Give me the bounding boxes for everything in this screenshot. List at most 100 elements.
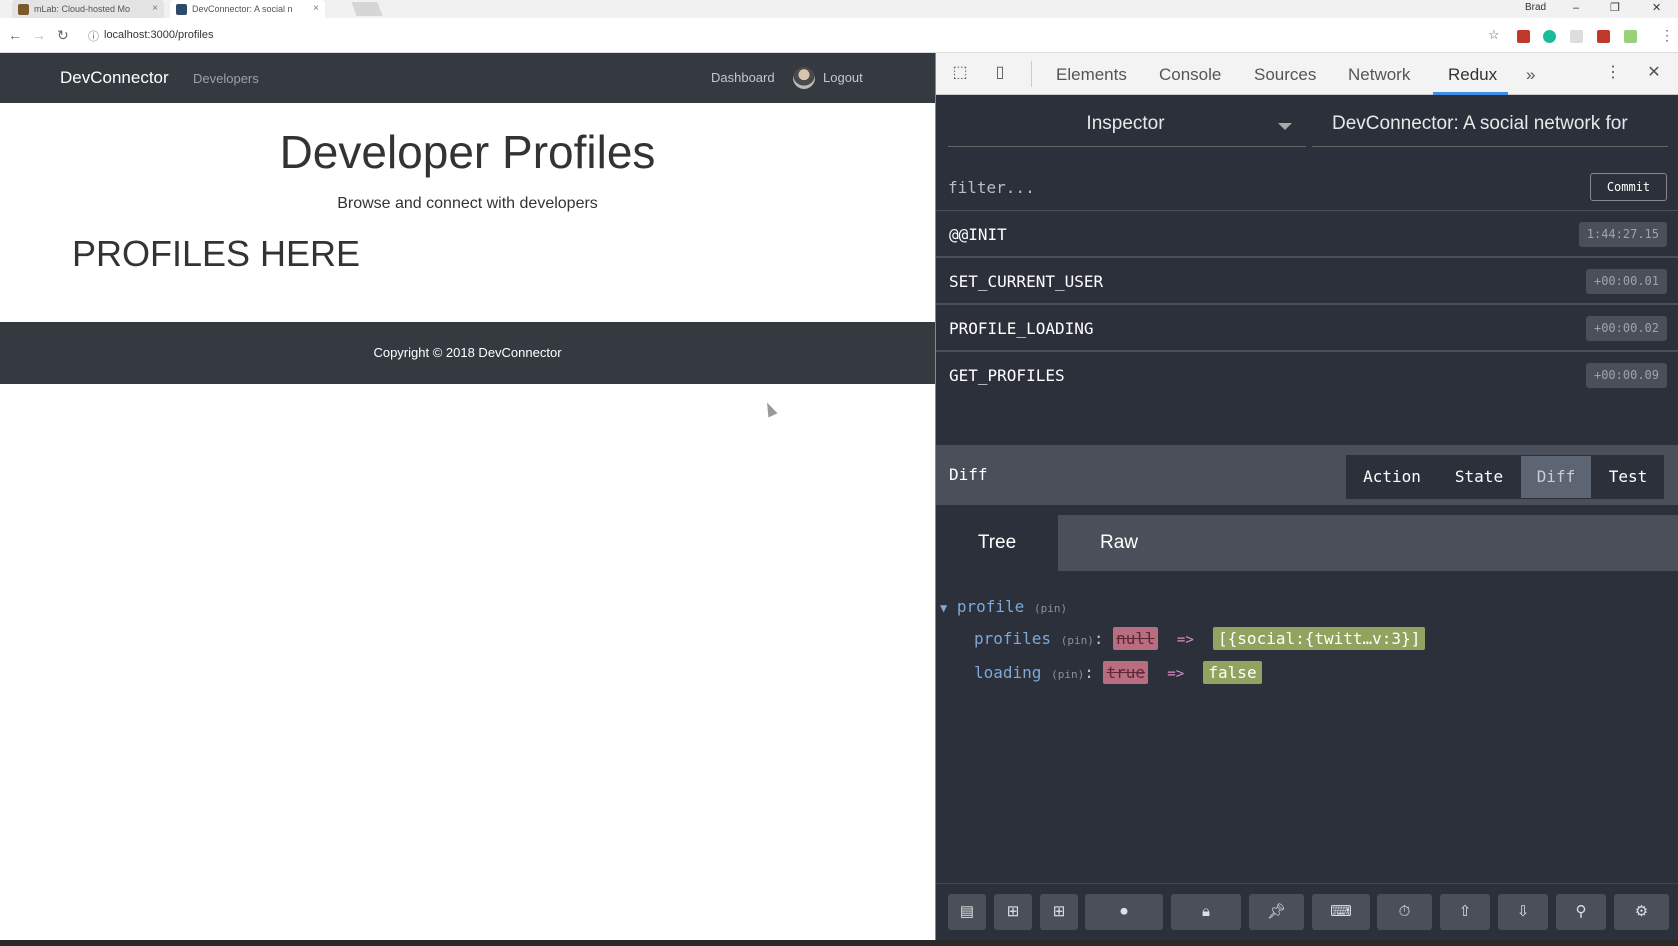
instance-select[interactable]: DevConnector: A social network for: [1312, 105, 1668, 147]
logout-link[interactable]: Logout: [823, 70, 863, 85]
action-list-item[interactable]: PROFILE_LOADING +00:00.02: [936, 305, 1678, 352]
tree-key: profile: [956, 597, 1025, 616]
forward-arrow-icon[interactable]: →: [32, 27, 46, 43]
extension-icon[interactable]: [1597, 30, 1610, 43]
old-value: null: [1113, 627, 1158, 650]
tree-node-profiles[interactable]: profiles (pin): null => [{social:{twitt……: [974, 627, 1426, 650]
avatar: [793, 67, 815, 89]
action-name: @@INIT: [949, 225, 1007, 244]
redux-header: Inspector DevConnector: A social network…: [936, 95, 1678, 151]
expand-caret-icon[interactable]: ▼: [940, 601, 947, 615]
mlab-favicon-icon: [18, 4, 29, 15]
profile-user-name[interactable]: Brad: [1525, 0, 1546, 16]
minimize-icon[interactable]: –: [1573, 0, 1579, 16]
tree-node-profile[interactable]: ▼ profile (pin): [940, 597, 1067, 616]
extension-icon[interactable]: [1624, 30, 1637, 43]
extension-icon[interactable]: [1570, 30, 1583, 43]
kebab-menu-icon[interactable]: ⋮: [1603, 63, 1623, 83]
action-time: +00:00.01: [1585, 269, 1667, 294]
device-toolbar-icon[interactable]: ▯: [990, 63, 1010, 83]
browser-menu-icon[interactable]: ⋮: [1660, 27, 1674, 44]
dashboard-link[interactable]: Dashboard: [711, 70, 775, 85]
lock-icon[interactable]: 🔒︎: [1171, 894, 1241, 930]
diff-arrow: =>: [1176, 632, 1194, 648]
brand-link[interactable]: DevConnector: [60, 68, 169, 88]
close-tab-icon[interactable]: ×: [313, 0, 319, 18]
browser-tab-devconnector[interactable]: DevConnector: A social n ×: [170, 0, 325, 18]
extension-icon[interactable]: [1517, 30, 1530, 43]
pin-label[interactable]: (pin): [1061, 634, 1094, 647]
keyboard-icon[interactable]: ⌨: [1312, 894, 1370, 930]
dock-bottom-icon[interactable]: ⊞: [994, 894, 1032, 930]
extension-icon[interactable]: [1543, 30, 1556, 43]
filter-input[interactable]: [948, 173, 1508, 201]
tab-diff[interactable]: Diff: [1520, 455, 1592, 499]
filter-row: Commit: [936, 165, 1678, 211]
new-value: false: [1203, 661, 1262, 684]
mouse-cursor-icon: [762, 400, 778, 418]
developers-link[interactable]: Developers: [193, 71, 259, 86]
page-subtitle: Browse and connect with developers: [337, 195, 598, 212]
tab-state[interactable]: State: [1438, 455, 1520, 499]
web-page: DevConnector Developers Dashboard Logout…: [0, 53, 935, 940]
os-taskbar: [0, 940, 1678, 946]
remote-icon[interactable]: ⚲: [1556, 894, 1606, 930]
address-bar-input[interactable]: [84, 24, 1484, 46]
tab-action[interactable]: Action: [1346, 455, 1438, 499]
profiles-placeholder: PROFILES HERE: [72, 233, 361, 274]
restore-icon[interactable]: ❐: [1610, 0, 1620, 16]
action-list-item[interactable]: SET_CURRENT_USER +00:00.01: [936, 258, 1678, 305]
tab-test[interactable]: Test: [1592, 455, 1664, 499]
close-devtools-icon[interactable]: ✕: [1644, 63, 1664, 83]
tree-node-loading[interactable]: loading (pin): true => false: [974, 661, 1262, 684]
footer-copyright: Copyright © 2018 DevConnector: [373, 345, 562, 360]
action-list-item[interactable]: GET_PROFILES +00:00.09: [936, 352, 1678, 399]
action-time: +00:00.02: [1585, 316, 1667, 341]
pin-label[interactable]: (pin): [1051, 668, 1084, 681]
old-value: true: [1103, 661, 1149, 684]
close-window-icon[interactable]: ✕: [1652, 0, 1661, 16]
monitor-select-label: Inspector: [1086, 113, 1165, 134]
action-name: SET_CURRENT_USER: [949, 272, 1104, 291]
devtools-panel: ⬚ ▯ Elements Console Sources Network Red…: [935, 53, 1678, 940]
monitor-tab-bar: Diff Action State Diff Test: [936, 445, 1678, 505]
gear-icon[interactable]: ⚙: [1614, 894, 1669, 930]
action-name: PROFILE_LOADING: [949, 319, 1094, 338]
new-tab-button[interactable]: [351, 2, 383, 16]
site-navbar: DevConnector Developers Dashboard Logout: [0, 53, 935, 103]
record-icon[interactable]: ⏺: [1085, 894, 1163, 930]
tab-elements[interactable]: Elements: [1056, 65, 1127, 85]
tree-key: loading: [974, 663, 1042, 682]
more-tabs-icon[interactable]: »: [1526, 65, 1535, 85]
inspect-element-icon[interactable]: ⬚: [950, 63, 970, 83]
monitor-select[interactable]: Inspector: [948, 105, 1306, 147]
browser-toolbar: ← → ↻ ⓘ ☆ ⋮: [0, 18, 1678, 53]
download-icon[interactable]: ⇩: [1498, 894, 1548, 930]
tab-network[interactable]: Network: [1348, 65, 1410, 85]
chevron-down-icon: [1278, 123, 1292, 130]
action-list-item[interactable]: @@INIT 1:44:27.15: [936, 211, 1678, 258]
bookmark-star-icon[interactable]: ☆: [1488, 27, 1500, 43]
close-tab-icon[interactable]: ×: [152, 0, 158, 18]
reload-icon[interactable]: ↻: [57, 27, 69, 44]
divider: [1031, 61, 1032, 87]
upload-icon[interactable]: ⇧: [1440, 894, 1490, 930]
devconnector-favicon-icon: [176, 4, 187, 15]
timer-icon[interactable]: ⏱: [1377, 894, 1432, 930]
commit-button[interactable]: Commit: [1590, 173, 1667, 201]
tab-label: mLab: Cloud-hosted Mo: [34, 4, 131, 14]
tree-key: profiles: [974, 629, 1052, 648]
devtools-tab-bar: ⬚ ▯ Elements Console Sources Network Red…: [936, 53, 1678, 95]
pin-label[interactable]: (pin): [1034, 602, 1067, 615]
dock-left-icon[interactable]: ▤: [948, 894, 986, 930]
back-arrow-icon[interactable]: ←: [8, 27, 22, 43]
tab-redux[interactable]: Redux: [1448, 65, 1497, 85]
dock-right-icon[interactable]: ⊞: [1040, 894, 1078, 930]
pin-icon[interactable]: 📌︎: [1249, 894, 1304, 930]
instance-select-label: DevConnector: A social network for: [1332, 113, 1628, 134]
tab-sources[interactable]: Sources: [1254, 65, 1316, 85]
tab-raw[interactable]: Raw: [1058, 515, 1180, 571]
tab-tree[interactable]: Tree: [936, 515, 1058, 571]
tab-console[interactable]: Console: [1159, 65, 1221, 85]
browser-tab-mlab[interactable]: mLab: Cloud-hosted Mo ×: [12, 0, 164, 18]
